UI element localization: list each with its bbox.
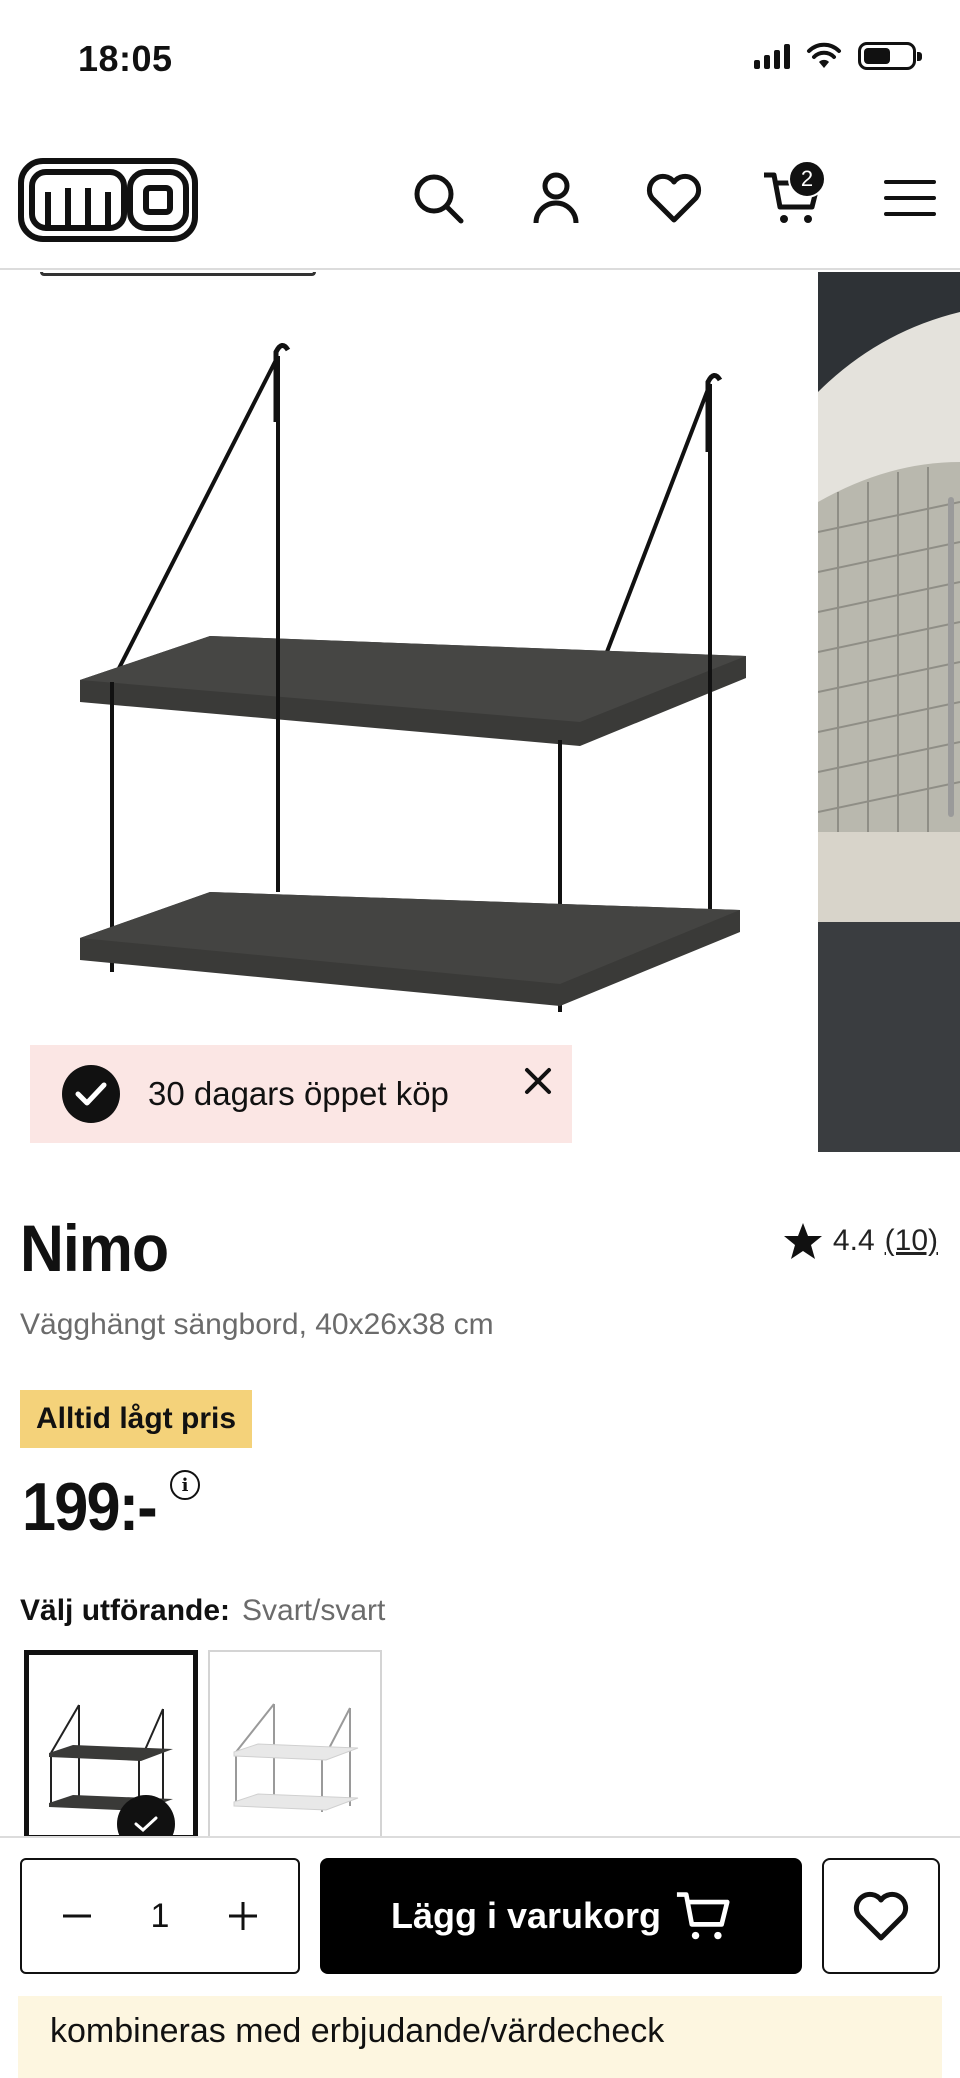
site-header: 2 [0, 120, 960, 270]
price-badge: Alltid lågt pris [20, 1390, 253, 1448]
mio-logo[interactable] [18, 158, 198, 247]
product-subtitle: Vägghängt sängbord, 40x26x38 cm [20, 1308, 494, 1341]
cart-icon [676, 1892, 730, 1940]
star-icon [783, 1223, 822, 1259]
check-icon [62, 1065, 120, 1123]
increase-quantity-button[interactable] [218, 1891, 268, 1941]
logo-icon [18, 158, 198, 242]
menu-button[interactable] [880, 168, 940, 228]
price-info-icon[interactable]: i [170, 1470, 200, 1500]
cart-count-badge: 2 [788, 160, 826, 198]
plus-icon [228, 1902, 257, 1930]
product-gallery[interactable] [0, 272, 960, 1172]
variant-swatch-white[interactable] [208, 1650, 382, 1840]
account-icon [533, 172, 579, 224]
minus-icon [63, 1914, 91, 1918]
promo-text: 30 dagars öppet köp [148, 1075, 449, 1112]
white-shelf-thumbnail [233, 1703, 359, 1812]
menu-icon [884, 180, 936, 216]
product-rating: 4.4 (10) [783, 1222, 938, 1260]
search-button[interactable] [408, 168, 468, 228]
variant-label-text: Välj utförande: [20, 1594, 231, 1627]
close-promo-button[interactable] [518, 1061, 558, 1101]
heart-icon [853, 1891, 909, 1941]
variant-value: Svart/svart [242, 1594, 386, 1627]
search-icon [414, 174, 464, 224]
status-icons [754, 42, 922, 70]
product-image [80, 343, 746, 1012]
gallery-tab [40, 272, 316, 276]
variant-swatch-black[interactable] [24, 1650, 198, 1840]
add-to-cart-label: Lägg i varukorg [390, 1895, 662, 1936]
status-bar: 18:05 [0, 0, 960, 120]
heart-icon [646, 173, 702, 223]
product-price: 199:- [22, 1469, 158, 1545]
add-to-wishlist-button[interactable] [822, 1858, 940, 1974]
cart-button[interactable]: 2 [762, 160, 826, 228]
close-icon [525, 1068, 551, 1094]
product-title: Nimo [20, 1211, 169, 1285]
offer-note-text: kombineras med erbjudande/värdecheck [50, 2012, 665, 2050]
account-button[interactable] [526, 168, 586, 228]
buy-bar: 1 Lägg i varukorg [0, 1836, 960, 1996]
signal-icon [754, 43, 790, 69]
page-scrollbar[interactable] [948, 497, 954, 817]
decrease-quantity-button[interactable] [52, 1891, 102, 1941]
bedroom-photo [818, 272, 960, 1172]
offer-note: kombineras med erbjudande/värdecheck [18, 1996, 942, 2078]
add-to-cart-button[interactable]: Lägg i varukorg [320, 1858, 802, 1974]
rating-count-link[interactable]: (10) [885, 1224, 938, 1258]
quantity-value[interactable]: 1 [151, 1897, 170, 1936]
next-product-image[interactable] [818, 272, 960, 1172]
wishlist-button[interactable] [644, 168, 704, 228]
rating-value: 4.4 [832, 1224, 875, 1257]
status-time: 18:05 [78, 38, 173, 79]
battery-icon [858, 42, 922, 70]
wifi-icon [807, 42, 841, 68]
promo-banner: 30 dagars öppet köp [30, 1045, 572, 1143]
quantity-stepper: 1 [20, 1858, 300, 1974]
variant-label: Välj utförande: Svart/svart [20, 1594, 385, 1628]
